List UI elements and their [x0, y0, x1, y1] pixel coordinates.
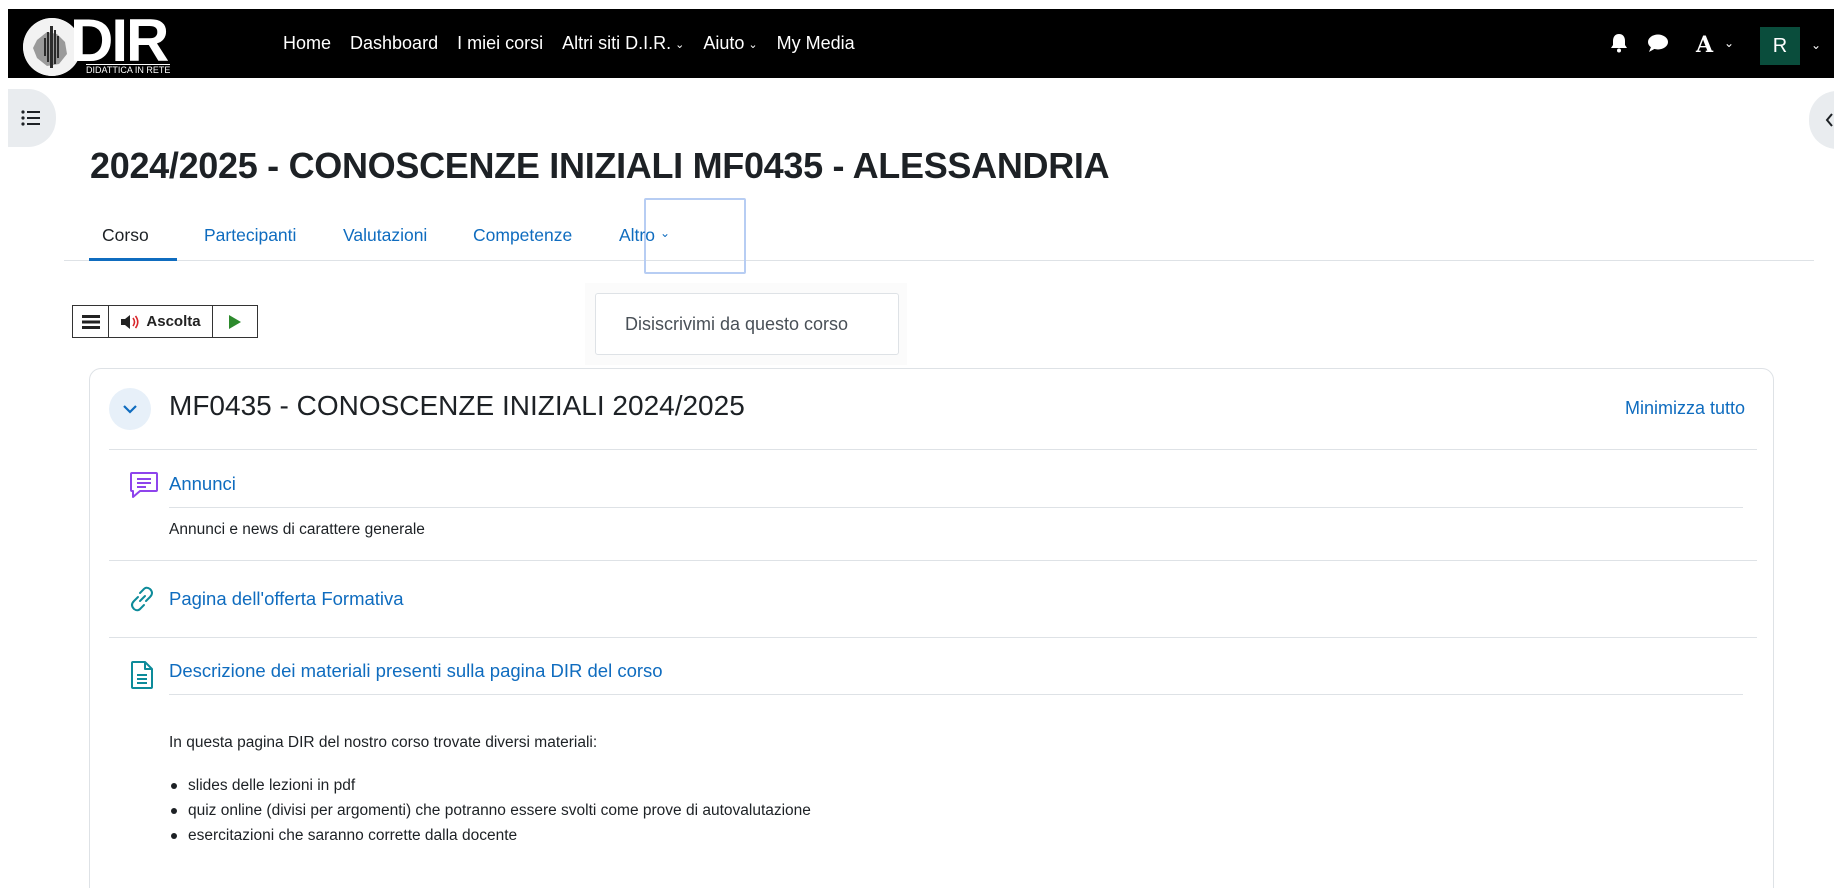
dropdown-item-unenrol[interactable]: Disiscrivimi da questo corso: [595, 293, 899, 355]
tab-more-label: Altro: [619, 225, 655, 245]
chevron-down-icon[interactable]: ⌄: [1811, 38, 1821, 52]
section-title: MF0435 - CONOSCENZE INIZIALI 2024/2025: [169, 390, 745, 421]
more-dropdown: Disiscrivimi da questo corso: [585, 283, 907, 365]
tab-competencies[interactable]: Competenze: [473, 212, 572, 261]
activity-intro-text: In questa pagina DIR del nostro corso tr…: [169, 734, 598, 751]
nav-my-media[interactable]: My Media: [777, 33, 855, 54]
nav-other-sites-label: Altri siti D.I.R.: [562, 33, 672, 53]
activity-description: Annunci e news di carattere generale: [169, 521, 425, 538]
url-link-icon: [127, 584, 157, 619]
nav-help[interactable]: Aiuto ⌄: [703, 33, 757, 54]
activity-page-link[interactable]: Descrizione dei materiali presenti sulla…: [169, 660, 663, 682]
list-item: esercitazioni che saranno corrette dalla…: [169, 826, 811, 851]
course-section-card: MF0435 - CONOSCENZE INIZIALI 2024/2025 M…: [89, 368, 1774, 888]
chevron-down-icon: ⌄: [675, 39, 685, 51]
chevron-down-icon[interactable]: ⌄: [1724, 36, 1734, 50]
user-initial: R: [1772, 34, 1788, 57]
text-size-icon[interactable]: A: [1696, 32, 1713, 58]
readspeaker-menu-button[interactable]: [73, 306, 109, 337]
nav-home-label: Home: [283, 33, 332, 53]
readspeaker-listen-button[interactable]: Ascolta: [109, 306, 213, 337]
nav-home[interactable]: Home: [283, 33, 331, 54]
page-title: 2024/2025 - CONOSCENZE INIZIALI MF0435 -…: [90, 145, 1110, 186]
activity-divider: [169, 507, 1743, 508]
page-icon: [128, 659, 156, 696]
tab-more[interactable]: Altro ⌄: [619, 212, 670, 261]
tab-course[interactable]: Corso: [102, 212, 149, 261]
tab-participants[interactable]: Partecipanti: [204, 212, 296, 261]
nav-my-courses-label: I miei corsi: [457, 33, 544, 53]
list-item: quiz online (divisi per argomenti) che p…: [169, 801, 811, 826]
hamburger-icon: [81, 314, 100, 329]
activity-separator: [109, 637, 1757, 638]
activity-divider: [169, 694, 1743, 695]
nav-help-label: Aiuto: [703, 33, 745, 53]
chevron-down-icon: [123, 405, 137, 414]
logo-subtitle: DIDATTICA IN RETE: [86, 64, 171, 75]
play-icon: [229, 314, 241, 329]
active-tab-indicator: [89, 258, 177, 261]
tab-grades[interactable]: Valutazioni: [343, 212, 427, 261]
nav-dashboard[interactable]: Dashboard: [350, 33, 438, 54]
activity-forum-link[interactable]: Annunci: [169, 473, 236, 495]
nav-other-sites[interactable]: Altri siti D.I.R. ⌄: [562, 33, 684, 54]
list-icon: [21, 110, 40, 126]
chevron-down-icon: ⌄: [659, 226, 671, 240]
course-tabs: Corso Partecipanti Valutazioni Competenz…: [64, 198, 1814, 274]
chat-icon[interactable]: [1647, 33, 1669, 58]
readspeaker-play-button[interactable]: [213, 306, 257, 337]
list-item: slides delle lezioni in pdf: [169, 776, 811, 801]
forum-icon: [128, 468, 160, 505]
primary-navigation: Home Dashboard I miei corsi Altri siti D…: [283, 9, 855, 78]
readspeaker-toolbar: Ascolta: [72, 305, 258, 338]
site-logo[interactable]: DIR DIDATTICA IN RETE: [23, 9, 223, 76]
nav-dashboard-label: Dashboard: [350, 33, 439, 53]
section-divider: [109, 449, 1757, 450]
bell-icon[interactable]: [1610, 33, 1628, 58]
materials-list: slides delle lezioni in pdf quiz online …: [169, 776, 811, 851]
nav-my-media-label: My Media: [776, 33, 855, 53]
nav-my-courses[interactable]: I miei corsi: [457, 33, 543, 54]
browser-page: DIR DIDATTICA IN RETE Home Dashboard I m…: [8, 9, 1834, 888]
course-index-toggle[interactable]: [8, 89, 56, 147]
collapse-all-link[interactable]: Minimizza tutto: [1625, 398, 1745, 419]
chevron-left-icon: [1825, 113, 1833, 127]
chevron-down-icon: ⌄: [748, 39, 758, 51]
activity-separator: [109, 560, 1757, 561]
speaker-icon: [121, 314, 139, 329]
block-drawer-toggle[interactable]: [1809, 91, 1834, 149]
section-collapse-button[interactable]: [109, 388, 151, 430]
text-size-label: A: [1696, 32, 1714, 58]
readspeaker-listen-label: Ascolta: [146, 313, 201, 330]
activity-url-link[interactable]: Pagina dell'offerta Formativa: [169, 588, 404, 610]
user-avatar[interactable]: R: [1760, 27, 1800, 65]
top-navbar: DIR DIDATTICA IN RETE Home Dashboard I m…: [8, 9, 1834, 78]
